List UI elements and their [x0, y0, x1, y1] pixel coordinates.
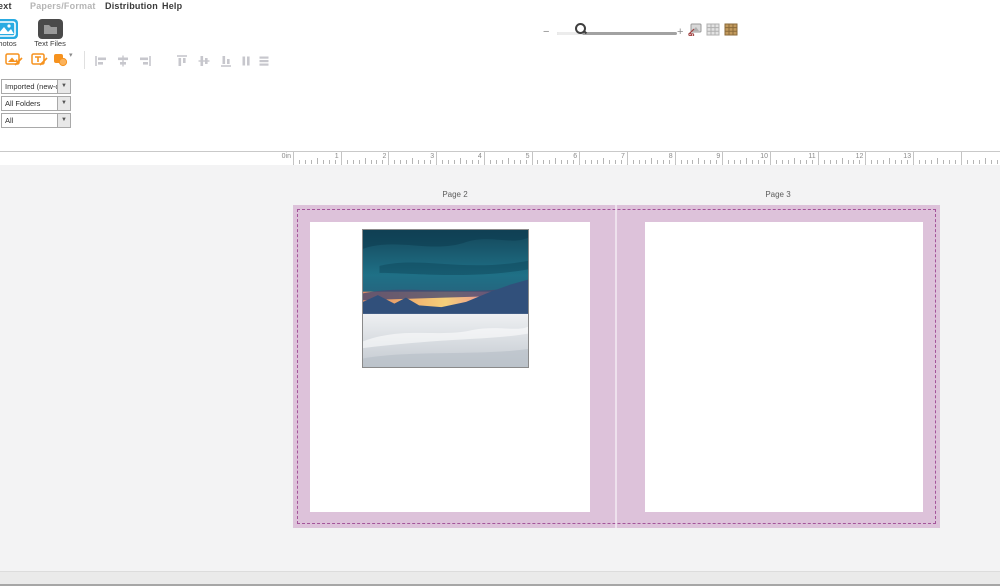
add-shape-icon[interactable]	[52, 52, 68, 72]
page-3-area[interactable]	[645, 222, 923, 512]
ruler-tick-label: 9	[716, 153, 722, 160]
add-shape-caret-icon[interactable]: ▾	[69, 51, 73, 59]
photo-browser: Imported (new-old) ▼ All Folders ▼ All ▼…	[0, 72, 1000, 151]
text-files-icon[interactable]	[38, 19, 63, 39]
ruler: 0in12345678910111213	[0, 151, 1000, 166]
spread-seam	[615, 205, 617, 528]
menu-papers-format: Papers/Format	[30, 1, 96, 11]
menu-help[interactable]: Help	[162, 1, 182, 11]
media-toolbar: Photos Text Files − +	[0, 14, 1000, 49]
ruler-tick-label: 2	[382, 153, 388, 160]
sort-dropdown-value: Imported (new-old)	[5, 80, 57, 93]
folder-dropdown-value: All Folders	[5, 97, 57, 110]
grid-view-icon[interactable]	[706, 23, 720, 36]
add-text-box-icon[interactable]	[31, 52, 48, 72]
placed-photo[interactable]	[362, 229, 529, 368]
ruler-tick-label: 11	[808, 153, 817, 160]
menu-distribution[interactable]: Distribution	[105, 1, 158, 11]
distribute-vertical-icon	[258, 54, 270, 66]
status-bar	[0, 571, 1000, 584]
zoom-in-label[interactable]: +	[677, 26, 683, 38]
align-center-icon	[117, 54, 129, 66]
ruler-tick-label: 12	[856, 153, 866, 160]
align-left-icon	[95, 54, 107, 66]
align-top-icon	[176, 54, 188, 66]
align-middle-icon	[198, 54, 210, 66]
type-dropdown[interactable]: All ▼	[1, 113, 71, 128]
ruler-tick-label: 13	[903, 153, 913, 160]
align-right-icon	[139, 54, 151, 66]
chevron-down-icon[interactable]: ▼	[57, 114, 70, 127]
folder-dropdown[interactable]: All Folders ▼	[1, 96, 71, 111]
menu-bar: Text Papers/Format Distribution Help	[0, 0, 1000, 14]
ruler-tick-label: 5	[526, 153, 532, 160]
object-toolbar: ▾	[0, 48, 1000, 73]
ruler-tick-label: 6	[573, 153, 579, 160]
ruler-tick-label: 8	[669, 153, 675, 160]
photos-label: Photos	[0, 39, 26, 48]
ruler-tick-label: 3	[430, 153, 436, 160]
text-files-label: Text Files	[26, 39, 74, 48]
chevron-down-icon[interactable]: ▼	[57, 97, 70, 110]
right-page-label: Page 3	[748, 190, 808, 199]
chevron-down-icon[interactable]: ▼	[57, 80, 70, 93]
photos-icon[interactable]	[0, 19, 18, 39]
type-dropdown-value: All	[5, 114, 57, 127]
toolbar-separator	[84, 51, 85, 69]
ruler-tick-label: 1	[335, 153, 341, 160]
ruler-tick-label: 4	[478, 153, 484, 160]
zoom-out-label[interactable]: −	[543, 26, 549, 38]
add-photo-box-icon[interactable]	[5, 52, 23, 72]
ruler-tick-label: 0in	[282, 153, 293, 160]
sort-dropdown[interactable]: Imported (new-old) ▼	[1, 79, 71, 94]
distribute-horizontal-icon	[240, 54, 252, 66]
edit-photo-icon[interactable]	[688, 23, 702, 36]
zoom-slider-handle[interactable]	[575, 23, 587, 35]
menu-text[interactable]: Text	[0, 1, 12, 11]
layout-canvas[interactable]: Page 2 Page 3	[0, 165, 1000, 571]
ruler-tick-label: 7	[621, 153, 627, 160]
left-page-label: Page 2	[425, 190, 485, 199]
book-spread[interactable]	[293, 205, 940, 528]
photo-strip-icon[interactable]	[724, 23, 738, 36]
ruler-tick-label: 10	[760, 153, 770, 160]
zoom-slider[interactable]: − +	[543, 26, 693, 42]
photo-book-app: Text Papers/Format Distribution Help Pho…	[0, 0, 1000, 586]
align-bottom-icon	[220, 54, 232, 66]
